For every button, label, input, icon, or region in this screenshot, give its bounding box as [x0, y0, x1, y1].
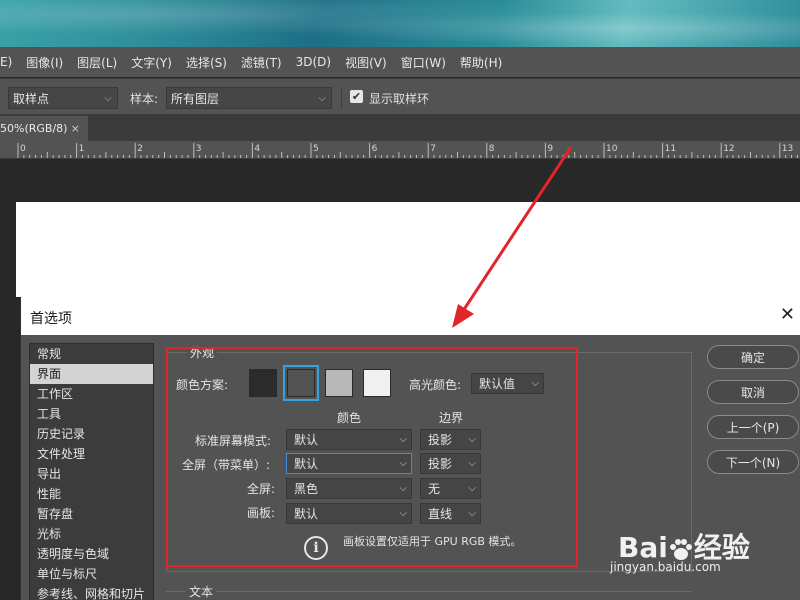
desktop-wallpaper [0, 0, 800, 47]
ruler-number: 11 [664, 144, 677, 154]
category-interface[interactable]: 界面 [30, 364, 153, 384]
ruler-number: 12 [723, 144, 735, 154]
tool-options-bar: 取样点 ⌵ 样本: 所有图层 ⌵ ✔ 显示取样环 [0, 78, 800, 114]
category-workspace[interactable]: 工作区 [30, 384, 153, 404]
ruler-number: 7 [430, 144, 436, 154]
sample-layers-select[interactable]: 所有图层 ⌵ [166, 87, 332, 109]
cancel-button[interactable]: 取消 [707, 380, 799, 404]
category-history[interactable]: 历史记录 [30, 424, 153, 444]
preferences-category-list: 常规 界面 工作区 工具 历史记录 文件处理 导出 性能 暂存盘 光标 透明度与… [29, 343, 154, 600]
menu-bar: E) 图像(I) 图层(L) 文字(Y) 选择(S) 滤镜(T) 3D(D) 视… [0, 47, 800, 77]
menu-3d[interactable]: 3D(D) [289, 55, 338, 69]
document-tab-bar: 50%(RGB/8) × [0, 114, 800, 141]
ruler-number: 10 [606, 144, 618, 154]
category-units-rulers[interactable]: 单位与标尺 [30, 564, 153, 584]
sample-size-value: 取样点 [13, 91, 50, 106]
category-export[interactable]: 导出 [30, 464, 153, 484]
category-transparency-gamut[interactable]: 透明度与色域 [30, 544, 153, 564]
baidu-jingyan-watermark: Bai 经验 jingyan.baidu.com [610, 520, 800, 582]
close-icon[interactable]: ✕ [780, 304, 795, 325]
document-tab[interactable]: 50%(RGB/8) × [0, 116, 88, 141]
category-tools[interactable]: 工具 [30, 404, 153, 424]
menu-layer[interactable]: 图层(L) [70, 54, 124, 71]
ruler-number: 2 [137, 144, 143, 154]
ruler-number: 4 [254, 144, 261, 154]
ruler-number: 3 [195, 144, 202, 154]
annotation-highlight-box [166, 347, 578, 567]
ruler-number: 5 [313, 144, 319, 154]
ruler-ticks [17, 143, 798, 158]
chevron-down-icon: ⌵ [318, 92, 326, 104]
prev-button[interactable]: 上一个(P) [707, 415, 799, 439]
ruler-number: 0 [20, 144, 26, 154]
menu-type[interactable]: 文字(Y) [124, 54, 179, 71]
show-ring-label: 显示取样环 [369, 92, 430, 106]
menu-edit[interactable]: E) [0, 55, 19, 69]
sample-layers-value: 所有图层 [171, 91, 220, 106]
ok-button[interactable]: 确定 [707, 345, 799, 369]
menu-image[interactable]: 图像(I) [19, 54, 70, 71]
category-guides-grid-slices[interactable]: 参考线、网格和切片 [30, 584, 153, 600]
document-canvas[interactable] [16, 202, 800, 297]
ruler-number: 9 [547, 144, 554, 154]
dialog-title-bar: 首选项 ✕ [21, 297, 800, 335]
menu-view[interactable]: 视图(V) [338, 54, 394, 71]
category-file-handling[interactable]: 文件处理 [30, 444, 153, 464]
text-group-label: 文本 [186, 583, 217, 600]
next-button[interactable]: 下一个(N) [707, 450, 799, 474]
category-scratch-disks[interactable]: 暂存盘 [30, 504, 153, 524]
menu-filter[interactable]: 滤镜(T) [234, 54, 289, 71]
ruler-number: 8 [488, 144, 495, 154]
close-tab-icon[interactable]: × [71, 122, 80, 135]
ruler-number: 13 [781, 144, 794, 154]
chevron-down-icon: ⌵ [104, 92, 112, 104]
dialog-title: 首选项 [30, 311, 72, 327]
document-tab-title: 50%(RGB/8) [0, 122, 68, 135]
category-general[interactable]: 常规 [30, 344, 153, 364]
show-ring-checkbox[interactable]: ✔ [350, 90, 363, 103]
divider [341, 87, 342, 109]
ruler-number: 6 [371, 144, 378, 154]
category-cursors[interactable]: 光标 [30, 524, 153, 544]
text-group: 文本 [166, 583, 692, 600]
menu-help[interactable]: 帮助(H) [453, 54, 509, 71]
menu-window[interactable]: 窗口(W) [394, 54, 453, 71]
horizontal-ruler: 0 1 2 3 4 5 6 7 8 9 10 11 12 13 [0, 141, 800, 159]
sample-label: 样本: [130, 92, 159, 106]
category-performance[interactable]: 性能 [30, 484, 153, 504]
ruler-number: 1 [78, 144, 85, 154]
watermark-url: jingyan.baidu.com [610, 560, 721, 574]
sample-size-select[interactable]: 取样点 ⌵ [8, 87, 118, 109]
menu-select[interactable]: 选择(S) [179, 54, 234, 71]
